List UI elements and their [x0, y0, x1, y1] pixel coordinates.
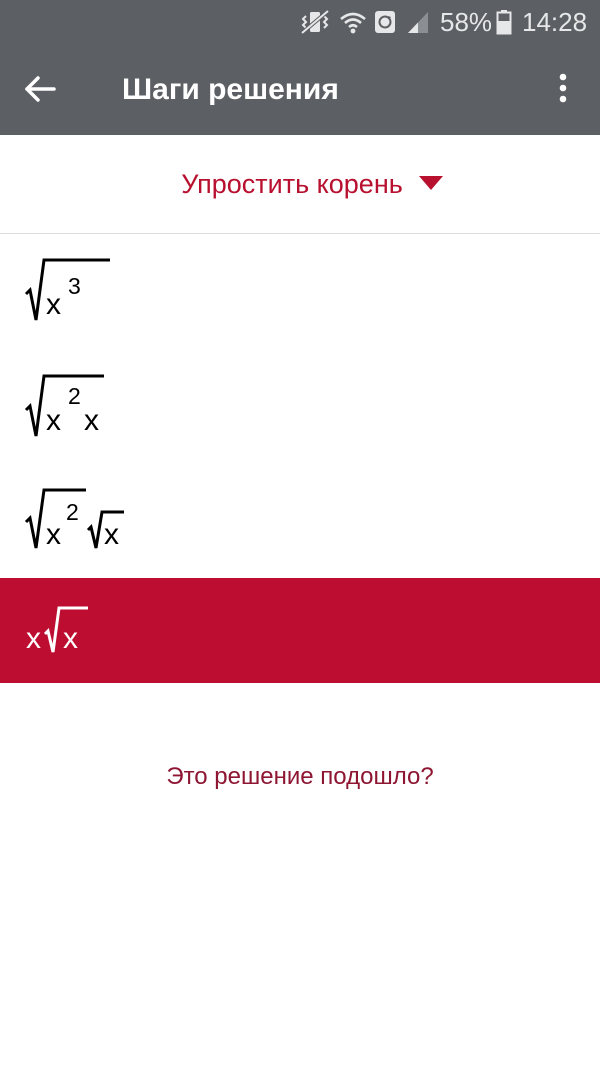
wifi-icon: [340, 12, 366, 34]
back-button[interactable]: [14, 62, 68, 116]
method-dropdown[interactable]: Упростить корень: [0, 135, 600, 233]
battery-icon: [496, 10, 512, 35]
step-3-exponent: 2: [66, 499, 79, 525]
arrow-left-icon: [25, 76, 56, 102]
status-bar: 58% 14:28: [0, 0, 600, 44]
step-2-expression: x 2 x: [24, 374, 104, 437]
step-2-base: x: [46, 404, 61, 437]
step-1-exponent: 3: [68, 273, 81, 299]
more-vert-icon: [559, 73, 567, 103]
step-3-expression: x 2 x: [24, 488, 124, 551]
step-3-radicand: x: [104, 518, 119, 551]
page-title: Шаги решения: [122, 73, 339, 106]
app-bar: Шаги решения: [0, 44, 600, 135]
step-1-base: x: [46, 288, 61, 321]
feedback-link[interactable]: Это решение подошло?: [0, 760, 600, 794]
solution-step-2[interactable]: x 2 x: [0, 352, 600, 456]
solution-step-3[interactable]: x 2 x: [0, 470, 600, 574]
solution-step-1[interactable]: x 3: [0, 240, 600, 344]
vibrate-mute-icon: [300, 9, 330, 35]
solution-step-4-final[interactable]: x x: [0, 578, 600, 683]
sync-icon: [375, 11, 395, 33]
method-dropdown-label: Упростить корень: [181, 169, 403, 199]
step-2-exponent: 2: [68, 383, 81, 409]
step-4-radicand: x: [63, 622, 78, 655]
step-4-expression: x x: [26, 606, 88, 655]
step-1-expression: x 3: [24, 258, 110, 321]
more-options-button[interactable]: [540, 66, 586, 112]
divider: [0, 233, 600, 234]
step-3-base: x: [46, 518, 61, 551]
step-4-coefficient: x: [26, 622, 41, 655]
signal-icon: [408, 12, 428, 33]
clock: 14:28: [522, 7, 588, 37]
battery-percent: 58%: [440, 7, 493, 37]
caret-down-icon: [419, 176, 443, 190]
step-2-factor: x: [84, 404, 99, 437]
